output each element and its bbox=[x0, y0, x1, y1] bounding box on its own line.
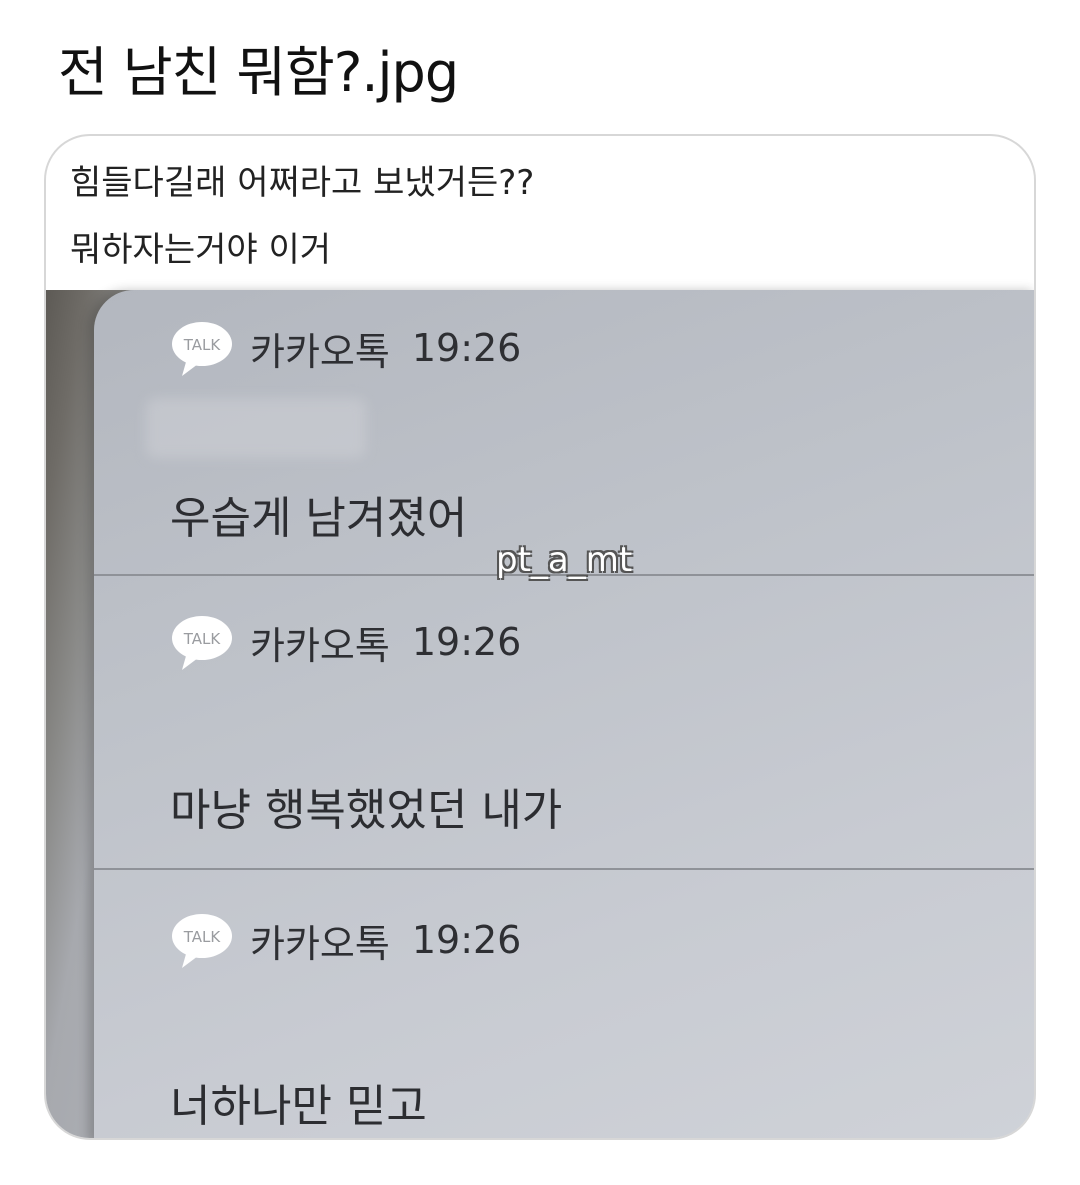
notification-time: 19:26 bbox=[411, 326, 522, 370]
notification-message: 마냥 행복했었던 내가 bbox=[170, 785, 563, 836]
notification-app-name: 카카오톡 bbox=[250, 329, 390, 374]
divider bbox=[94, 868, 1034, 870]
page-title: 전 남친 뭐함?.jpg bbox=[58, 41, 459, 104]
notification-header: TALK 카카오톡 19:26 bbox=[170, 612, 521, 672]
notification-app-name: 카카오톡 bbox=[250, 623, 390, 668]
kakaotalk-icon: TALK bbox=[172, 322, 232, 376]
watermark: pt_a_mt bbox=[496, 540, 633, 580]
notification-time: 19:26 bbox=[411, 918, 522, 962]
talk-icon-label: TALK bbox=[183, 928, 222, 946]
redacted-area bbox=[146, 398, 366, 458]
post-line-1: 힘들다길래 어쩌라고 보냈거든?? bbox=[70, 163, 535, 203]
talk-icon-label: TALK bbox=[183, 630, 222, 648]
notification-message: 우습게 남겨졌어 bbox=[170, 493, 468, 544]
kakaotalk-icon: TALK bbox=[172, 914, 232, 968]
talk-icon-label: TALK bbox=[183, 336, 222, 354]
notification-app-name: 카카오톡 bbox=[250, 921, 390, 966]
notification-time: 19:26 bbox=[411, 620, 522, 664]
notification-header: TALK 카카오톡 19:26 bbox=[170, 318, 521, 378]
post-line-2: 뭐하자는거야 이거 bbox=[70, 230, 332, 270]
post-card: 힘들다길래 어쩌라고 보냈거든?? 뭐하자는거야 이거 TALK 카카오톡 19… bbox=[44, 134, 1036, 1140]
kakaotalk-icon: TALK bbox=[172, 616, 232, 670]
post-text: 힘들다길래 어쩌라고 보냈거든?? 뭐하자는거야 이거 bbox=[70, 150, 534, 284]
screenshot-photo: TALK 카카오톡 19:26 우습게 남겨졌어 TALK 카카오톡 19:26… bbox=[46, 290, 1034, 1138]
notification-message: 너하나만 믿고 bbox=[170, 1081, 427, 1132]
notification-header: TALK 카카오톡 19:26 bbox=[170, 910, 521, 970]
